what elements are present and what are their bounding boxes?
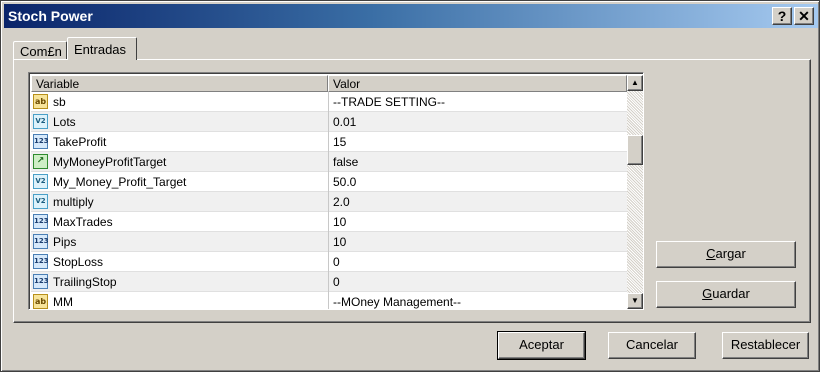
column-divider — [328, 292, 329, 309]
variable-value[interactable]: 50.0 — [333, 175, 356, 189]
variable-value[interactable]: 15 — [333, 135, 346, 149]
grid-header: Variable Valor — [31, 75, 627, 92]
column-header-variable[interactable]: Variable — [31, 75, 328, 92]
table-row[interactable]: 123 StopLoss 0 — [31, 252, 627, 272]
column-divider — [328, 132, 329, 152]
grid-rows: ab sb --TRADE SETTING-- V2 Lots 0.01 123 TakePr… — [31, 92, 627, 309]
variable-name: TakeProfit — [53, 135, 107, 149]
variable-name: Lots — [53, 115, 76, 129]
scroll-down-icon[interactable]: ▼ — [627, 293, 643, 309]
variable-value[interactable]: --TRADE SETTING-- — [333, 95, 445, 109]
save-accel: G — [702, 286, 713, 301]
variable-value[interactable]: 2.0 — [333, 195, 350, 209]
variable-value[interactable]: 0.01 — [333, 115, 356, 129]
table-row[interactable]: V2 My_Money_Profit_Target 50.0 — [31, 172, 627, 192]
column-divider — [328, 232, 329, 252]
column-divider — [328, 92, 329, 112]
table-row[interactable]: 123 TakeProfit 15 — [31, 132, 627, 152]
variable-name: TrailingStop — [53, 275, 117, 289]
column-divider — [328, 192, 329, 212]
dialog-window: Stoch Power ? ✕ Com£n Entradas Variable … — [0, 0, 820, 372]
int-type-icon: 123 — [33, 234, 49, 249]
double-type-icon: V2 — [33, 114, 48, 129]
table-row[interactable]: 123 TrailingStop 0 — [31, 272, 627, 292]
tab-inputs[interactable]: Entradas — [67, 37, 137, 60]
cancel-button[interactable]: Cancelar — [608, 332, 696, 359]
variable-name: My_Money_Profit_Target — [53, 175, 187, 189]
bool-type-icon: ↗ — [33, 154, 48, 169]
variable-name: sb — [53, 95, 66, 109]
scroll-up-icon[interactable]: ▲ — [627, 75, 643, 91]
close-button[interactable]: ✕ — [794, 7, 814, 25]
variable-value[interactable]: --MOney Management-- — [333, 295, 461, 309]
int-type-icon: 123 — [33, 254, 49, 269]
help-button[interactable]: ? — [772, 7, 792, 25]
variable-value[interactable]: false — [333, 155, 358, 169]
int-type-icon: 123 — [33, 274, 49, 289]
scrollbar-thumb[interactable] — [627, 135, 643, 165]
inputs-grid: Variable Valor ab sb --TRADE SETTING-- V2 Lo… — [28, 72, 644, 310]
column-divider — [328, 252, 329, 272]
column-header-value[interactable]: Valor — [328, 75, 627, 92]
save-button[interactable]: Guardar — [656, 281, 796, 308]
vertical-scrollbar[interactable]: ▲ ▼ — [627, 75, 643, 309]
variable-value[interactable]: 10 — [333, 235, 346, 249]
column-divider — [328, 112, 329, 132]
ok-button[interactable]: Aceptar — [497, 331, 586, 360]
table-row[interactable]: ab MM --MOney Management-- — [31, 292, 627, 309]
variable-value[interactable]: 0 — [333, 275, 340, 289]
column-divider — [328, 212, 329, 232]
tab-common[interactable]: Com£n — [13, 41, 67, 59]
table-row[interactable]: V2 Lots 0.01 — [31, 112, 627, 132]
window-title: Stoch Power — [8, 8, 93, 24]
double-type-icon: V2 — [33, 194, 48, 209]
table-row[interactable]: 123 Pips 10 — [31, 232, 627, 252]
string-type-icon: ab — [33, 94, 48, 109]
table-row[interactable]: 123 MaxTrades 10 — [31, 212, 627, 232]
table-row[interactable]: ab sb --TRADE SETTING-- — [31, 92, 627, 112]
double-type-icon: V2 — [33, 174, 48, 189]
variable-value[interactable]: 10 — [333, 215, 346, 229]
table-row[interactable]: ↗ MyMoneyProfitTarget false — [31, 152, 627, 172]
reset-button[interactable]: Restablecer — [722, 332, 809, 359]
variable-name: MaxTrades — [53, 215, 113, 229]
tab-panel: Variable Valor ab sb --TRADE SETTING-- V2 Lo… — [13, 59, 811, 323]
variable-name: MyMoneyProfitTarget — [53, 155, 167, 169]
table-row[interactable]: V2 multiply 2.0 — [31, 192, 627, 212]
int-type-icon: 123 — [33, 134, 49, 149]
load-label: argar — [715, 246, 746, 261]
variable-name: StopLoss — [53, 255, 104, 269]
load-button[interactable]: Cargar — [656, 241, 796, 268]
variable-name: Pips — [53, 235, 77, 249]
load-accel: C — [706, 246, 716, 261]
title-bar[interactable]: Stoch Power ? ✕ — [4, 4, 818, 28]
column-divider — [328, 172, 329, 192]
int-type-icon: 123 — [33, 214, 49, 229]
variable-value[interactable]: 0 — [333, 255, 340, 269]
variable-name: multiply — [53, 195, 94, 209]
string-type-icon: ab — [33, 294, 48, 309]
column-divider — [328, 272, 329, 292]
save-label: uardar — [712, 286, 750, 301]
column-divider — [328, 152, 329, 172]
variable-name: MM — [53, 295, 73, 309]
